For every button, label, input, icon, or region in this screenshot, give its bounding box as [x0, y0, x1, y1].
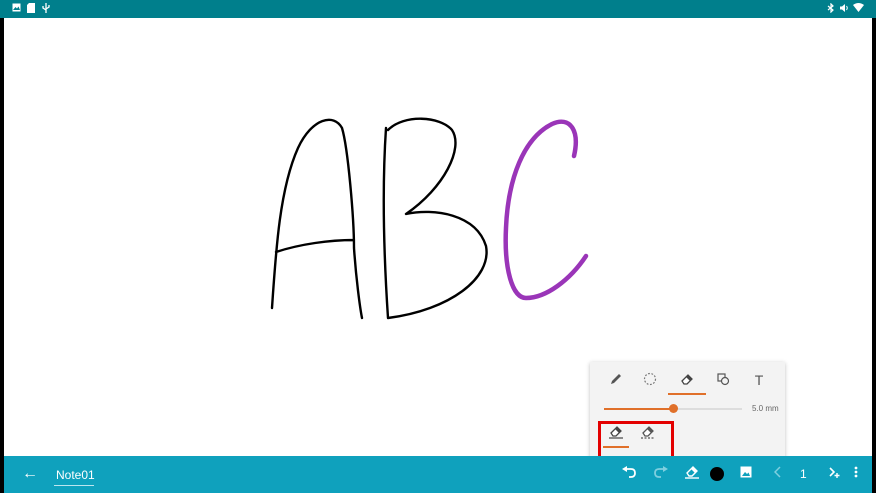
pen-color-swatch: [710, 467, 724, 481]
shape-icon: [716, 372, 730, 389]
eraser-icon: [684, 465, 700, 484]
back-arrow-icon: ←: [22, 465, 38, 482]
eraser-size-slider[interactable]: [604, 404, 742, 413]
eraser-icon: [680, 372, 694, 389]
pen-icon: [609, 372, 623, 389]
letter-a-stroke: [270, 118, 364, 320]
selected-tool-indicator: [668, 393, 706, 395]
page-number: 1: [800, 467, 807, 481]
volume-icon: [840, 3, 849, 13]
shape-tool-button[interactable]: [708, 368, 738, 392]
undo-icon: [622, 465, 636, 483]
redo-button[interactable]: [654, 464, 668, 484]
bottom-toolbar: ← Note01 1: [4, 456, 872, 493]
note-title[interactable]: Note01: [56, 468, 95, 482]
sd-card-icon: [27, 3, 36, 13]
highlight-box: [598, 421, 674, 459]
usb-icon: [42, 3, 51, 13]
image-icon: [12, 3, 21, 13]
eraser-mode-button[interactable]: [684, 464, 700, 484]
letter-c-stroke: [503, 119, 589, 301]
next-page-button[interactable]: [828, 464, 842, 484]
eraser-tool-button[interactable]: [672, 368, 702, 392]
more-vert-icon: [854, 465, 858, 483]
bluetooth-icon: [827, 2, 836, 14]
lasso-tool-button[interactable]: [635, 368, 665, 392]
previous-page-button[interactable]: [773, 464, 782, 484]
more-options-button[interactable]: [854, 464, 858, 484]
add-page-chevron-icon: [828, 465, 842, 484]
slider-fill: [604, 408, 673, 410]
undo-button[interactable]: [622, 464, 636, 484]
image-icon: [740, 465, 752, 483]
back-button[interactable]: ←: [22, 465, 38, 483]
chevron-left-icon: [773, 465, 782, 483]
text-icon: T: [754, 372, 764, 388]
pen-color-button[interactable]: [710, 464, 724, 484]
redo-icon: [654, 465, 668, 483]
wifi-icon: [853, 3, 864, 13]
note-title-underline: [54, 485, 94, 486]
text-tool-button[interactable]: T: [744, 368, 774, 392]
lasso-icon: [643, 372, 657, 389]
eraser-size-label: 5.0 mm: [752, 404, 779, 413]
insert-image-button[interactable]: [740, 464, 752, 484]
letter-b-stroke: [382, 117, 488, 320]
status-bar: [0, 0, 876, 18]
slider-handle[interactable]: [669, 404, 678, 413]
pen-tool-button[interactable]: [601, 368, 631, 392]
